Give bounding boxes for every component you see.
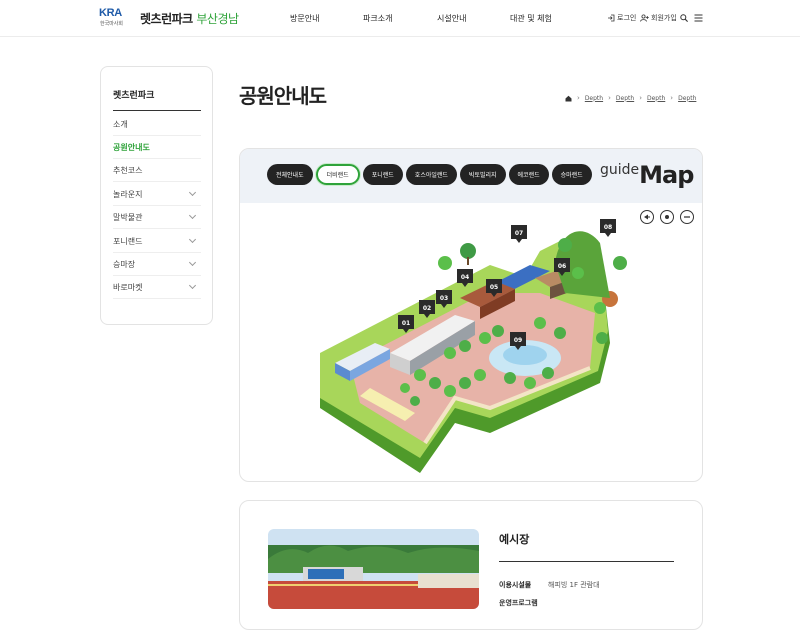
sidebar-item-course[interactable]: 추천코스 bbox=[113, 159, 201, 182]
brand-main: 렛츠런파크 bbox=[140, 12, 193, 26]
site-header: KRA 한국마사회 렛츠런파크 부산경남 방문안내 파크소개 시설안내 대관 및… bbox=[0, 0, 800, 37]
search-icon[interactable] bbox=[680, 14, 688, 22]
sidebar-item-label: 바로마켓 bbox=[113, 282, 143, 292]
nav-facility-info[interactable]: 시설안내 bbox=[437, 13, 466, 24]
sidebar-item-park-map[interactable]: 공원안내도 bbox=[113, 136, 201, 159]
map-marker-label: 09 bbox=[514, 337, 522, 344]
breadcrumb-item[interactable]: Depth bbox=[647, 95, 665, 102]
tab-all-map[interactable]: 전체안내도 bbox=[267, 164, 313, 185]
map-text: Map bbox=[639, 161, 694, 189]
facility-divider bbox=[499, 561, 674, 562]
tab-pony-land[interactable]: 포니랜드 bbox=[362, 164, 403, 185]
map-marker-08[interactable]: 08 bbox=[600, 219, 616, 237]
sidebar-divider bbox=[113, 110, 201, 111]
page-title: 공원안내도 bbox=[239, 84, 327, 108]
sidebar-item-market[interactable]: 바로마켓 bbox=[113, 276, 201, 299]
tab-victory-village[interactable]: 빅토빌리지 bbox=[459, 164, 506, 185]
nav-rental-experience[interactable]: 대관 및 체험 bbox=[510, 13, 552, 24]
tab-horse-island[interactable]: 호스아일랜드 bbox=[405, 164, 457, 185]
facility-title: 예시장 bbox=[499, 533, 530, 546]
breadcrumb-separator: › bbox=[608, 94, 611, 102]
tab-riding-land[interactable]: 승마랜드 bbox=[551, 164, 592, 185]
map-marker-label: 04 bbox=[461, 274, 469, 281]
map-marker-label: 02 bbox=[423, 305, 431, 312]
guide-map-card: 전체안내도 더비랜드 포니랜드 호스아일랜드 빅토빌리지 에코랜드 승마랜드 g… bbox=[239, 148, 703, 482]
sidebar-item-riding[interactable]: 승마장 bbox=[113, 253, 201, 276]
breadcrumb-item[interactable]: Depth bbox=[585, 95, 603, 102]
usage-label: 이용시설물 bbox=[499, 581, 532, 589]
map-marker-label: 05 bbox=[490, 284, 498, 291]
nav-park-intro[interactable]: 파크소개 bbox=[363, 13, 392, 24]
tab-eco-land[interactable]: 에코랜드 bbox=[508, 164, 549, 185]
home-icon[interactable] bbox=[565, 95, 572, 102]
tab-derby-land[interactable]: 더비랜드 bbox=[315, 164, 360, 185]
zone-tabs: 전체안내도 더비랜드 포니랜드 호스아일랜드 빅토빌리지 에코랜드 승마랜드 bbox=[267, 164, 592, 185]
map-toolbar: 전체안내도 더비랜드 포니랜드 호스아일랜드 빅토빌리지 에코랜드 승마랜드 g… bbox=[240, 149, 702, 203]
facility-info-card: 예시장 이용시설물 해피빙 1F 관람대 운영프로그램 bbox=[239, 500, 703, 630]
breadcrumb-item[interactable]: Depth bbox=[678, 95, 696, 102]
sidebar-title: 렛츠런파크 bbox=[113, 91, 155, 101]
sidebar-item-label: 승마장 bbox=[113, 259, 136, 269]
map-marker-label: 06 bbox=[558, 263, 566, 270]
signup-link[interactable]: 회원가입 bbox=[640, 13, 677, 23]
sidebar-item-label: 추천코스 bbox=[113, 165, 143, 175]
chevron-down-icon bbox=[188, 258, 197, 267]
breadcrumb-separator: › bbox=[639, 94, 642, 102]
sidebar-item-label: 소개 bbox=[113, 119, 128, 129]
login-link[interactable]: 로그인 bbox=[607, 13, 636, 23]
map-marker-label: 01 bbox=[402, 320, 410, 327]
kra-logo[interactable]: KRA 한국마사회 bbox=[99, 7, 129, 29]
breadcrumb: › Depth › Depth › Depth › Depth bbox=[565, 94, 696, 102]
map-marker-07[interactable]: 07 bbox=[511, 225, 527, 243]
sidebar-item-intro[interactable]: 소개 bbox=[113, 113, 201, 136]
chevron-down-icon bbox=[188, 281, 197, 290]
chevron-down-icon bbox=[188, 188, 197, 197]
signup-label: 회원가입 bbox=[651, 14, 677, 22]
guide-map-logo: guideMap bbox=[600, 161, 694, 189]
breadcrumb-separator: › bbox=[577, 94, 580, 102]
sidebar-item-label: 포니랜드 bbox=[113, 236, 143, 246]
login-label: 로그인 bbox=[617, 14, 637, 22]
sidebar-item-pony-land[interactable]: 포니랜드 bbox=[113, 230, 201, 253]
guide-text: guide bbox=[600, 162, 640, 178]
chevron-down-icon bbox=[188, 211, 197, 220]
brand-name[interactable]: 렛츠런파크 부산경남 bbox=[140, 10, 239, 27]
map-marker-label: 08 bbox=[604, 224, 612, 231]
logo-mark: KRA bbox=[99, 7, 122, 19]
logo-subtitle: 한국마사회 bbox=[100, 21, 124, 27]
breadcrumb-separator: › bbox=[670, 94, 674, 102]
user-plus-icon bbox=[640, 14, 649, 22]
brand-sub: 부산경남 bbox=[196, 12, 239, 26]
usage-value: 해피빙 1F 관람대 bbox=[548, 581, 600, 589]
sidebar-item-label: 놀라운지 bbox=[113, 189, 143, 199]
map-marker-label: 03 bbox=[440, 295, 448, 302]
sidebar-item-horse-museum[interactable]: 말박물관 bbox=[113, 206, 201, 229]
sidebar-item-label: 말박물관 bbox=[113, 212, 143, 222]
menu-icon[interactable] bbox=[694, 14, 703, 22]
map-marker-label: 07 bbox=[515, 230, 523, 237]
park-illustration[interactable]: 01 02 03 04 05 06 07 08 09 bbox=[240, 203, 703, 482]
login-icon bbox=[608, 14, 615, 22]
sidebar-nav: 렛츠런파크 소개 공원안내도 추천코스 놀라운지 말박물관 포니랜드 승마장 바… bbox=[100, 66, 213, 325]
breadcrumb-item[interactable]: Depth bbox=[616, 95, 634, 102]
sidebar-item-lounge[interactable]: 놀라운지 bbox=[113, 183, 201, 206]
sidebar-item-label: 공원안내도 bbox=[113, 142, 150, 152]
nav-visit-info[interactable]: 방문안내 bbox=[290, 13, 319, 24]
chevron-down-icon bbox=[188, 235, 197, 244]
facility-photo bbox=[268, 529, 479, 609]
